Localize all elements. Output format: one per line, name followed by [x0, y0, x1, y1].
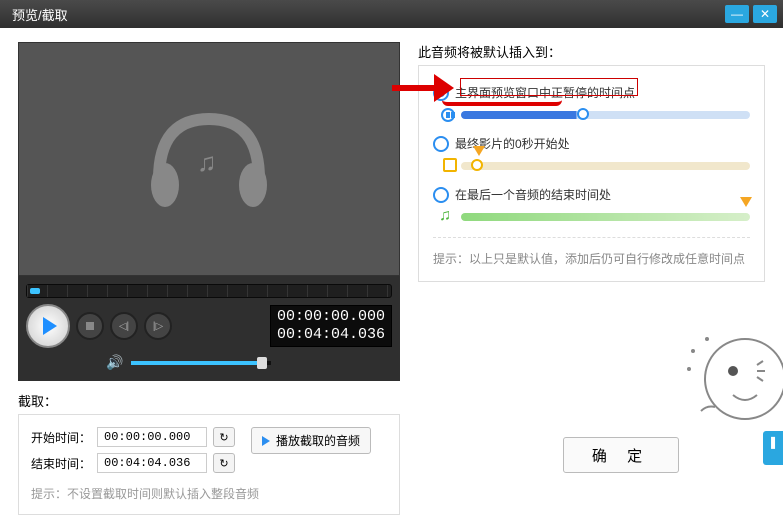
stop-button[interactable] [76, 312, 104, 340]
next-frame-button[interactable]: |▷ [144, 312, 172, 340]
svg-text:♫: ♫ [197, 147, 217, 177]
option-1-bar [461, 111, 750, 119]
radio-icon[interactable] [433, 85, 449, 101]
window-title: 预览/截取 [12, 5, 68, 24]
close-button[interactable]: ✕ [753, 5, 777, 23]
option-1[interactable]: 主界面预览窗口中正暂停的时间点 [433, 84, 750, 119]
option-2-bar [461, 162, 750, 170]
player-controls: ◁| |▷ 00:00:00.000 00:04:04.036 🔊 [18, 276, 400, 381]
headphones-icon: ♫ [139, 99, 279, 219]
option-3-bar [461, 213, 750, 221]
play-cut-button[interactable]: 播放截取的音频 [251, 427, 371, 454]
insert-heading: 此音频将被默认插入到： [418, 42, 765, 61]
radio-icon[interactable] [433, 187, 449, 203]
radio-icon[interactable] [433, 136, 449, 152]
time-display: 00:00:00.000 00:04:04.036 [270, 305, 392, 347]
time-total: 00:04:04.036 [277, 326, 385, 344]
set-end-button[interactable]: ↻ [213, 453, 235, 473]
option-3-label: 在最后一个音频的结束时间处 [455, 186, 611, 203]
insert-options: 主界面预览窗口中正暂停的时间点 最终影片的0秒开始处 [418, 65, 765, 282]
insert-hint: 提示：以上只是默认值，添加后仍可自行修改成任意时间点 [433, 237, 750, 267]
option-3[interactable]: 在最后一个音频的结束时间处 [433, 186, 750, 221]
ok-button[interactable]: 确 定 [563, 437, 679, 473]
play-cut-label: 播放截取的音频 [276, 432, 360, 449]
audio-preview: ♫ [18, 42, 400, 276]
side-tab[interactable]: ❚ [763, 431, 783, 465]
volume-icon[interactable]: 🔊 [106, 354, 123, 371]
prev-frame-button[interactable]: ◁| [110, 312, 138, 340]
minimize-button[interactable]: — [725, 5, 749, 23]
play-button[interactable] [26, 304, 70, 348]
option-1-label: 主界面预览窗口中正暂停的时间点 [455, 84, 635, 101]
end-time-input[interactable] [97, 453, 207, 473]
volume-slider[interactable] [131, 361, 271, 365]
start-time-input[interactable] [97, 427, 207, 447]
option-2[interactable]: 最终影片的0秒开始处 [433, 135, 750, 170]
time-current: 00:00:00.000 [277, 308, 385, 326]
set-start-button[interactable]: ↻ [213, 427, 235, 447]
seek-bar[interactable] [26, 284, 392, 298]
play-icon [262, 436, 270, 446]
end-label: 结束时间： [31, 455, 91, 472]
window-buttons: — ✕ [725, 5, 777, 23]
cut-heading: 截取： [18, 391, 400, 410]
left-panel: ♫ ◁| |▷ 00:00:00.000 00:04:04.036 🔊 [18, 42, 400, 515]
title-bar: 预览/截取 — ✕ [0, 0, 783, 28]
cut-hint: 提示：不设置截取时间则默认插入整段音频 [31, 485, 387, 502]
cut-box: 开始时间： ↻ 结束时间： ↻ 播放截取的音频 [18, 414, 400, 515]
mascot-icon [683, 325, 783, 435]
start-label: 开始时间： [31, 429, 91, 446]
